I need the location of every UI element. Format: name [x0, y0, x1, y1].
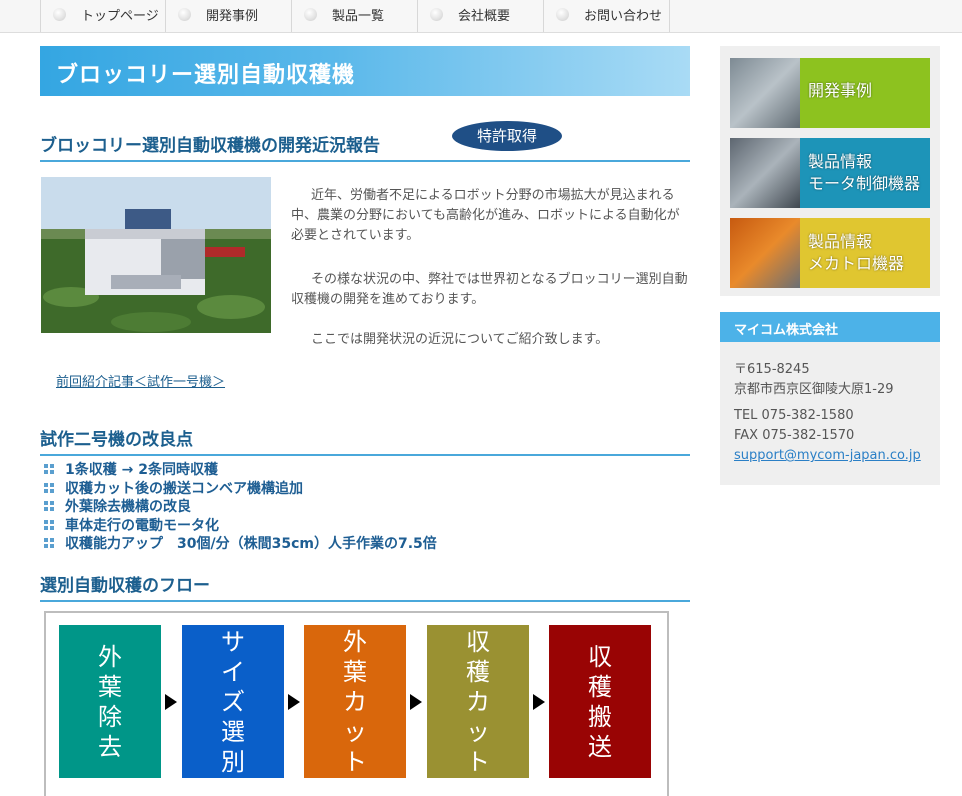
bullet-dot-icon [556, 8, 569, 21]
flow-step-char: 外 [98, 642, 122, 671]
bullet-square-icon [44, 501, 54, 512]
flow-step-char: ッ [466, 717, 490, 746]
nav-item-company[interactable]: 会社概要 [418, 0, 544, 32]
top-navigation: トップページ 開発事例 製品一覧 会社概要 お問い合わせ [0, 0, 962, 33]
flow-step-char: ト [466, 747, 490, 776]
bullet-dot-icon [178, 8, 191, 21]
arrow-right-icon [288, 694, 300, 710]
flow-step-char: 穫 [466, 657, 490, 686]
machine-thumbnail [730, 58, 800, 128]
improvements-heading: 試作二号機の改良点 [40, 425, 690, 456]
flow-step-char: 選 [221, 717, 245, 746]
flow-step-outer-leaf-removal: 外葉除去 [59, 625, 161, 778]
company-fax: FAX 075-382-1570 [734, 428, 855, 443]
improvements-list: 1条収穫 → 2条同時収穫 収穫カット後の搬送コンベア機構追加 外葉除去機構の改… [44, 460, 437, 553]
page-title-banner: ブロッコリー選別自動収穫機 [40, 46, 690, 96]
company-email-link[interactable]: support@mycom-japan.co.jp [734, 448, 921, 463]
flow-heading: 選別自動収穫のフロー [40, 571, 690, 602]
company-address: 京都市西京区御陵大原1-29 [734, 382, 894, 397]
flow-step-harvest-transport: 収穫搬送 [549, 625, 651, 778]
flow-step-char: 送 [588, 732, 612, 761]
sidebar-button-cases[interactable]: 開発事例 [730, 58, 930, 128]
flow-step-char: 外 [343, 627, 367, 656]
patent-badge: 特許取得 [452, 121, 562, 151]
flow-step-char: 葉 [343, 657, 367, 686]
flow-step-char: 去 [98, 732, 122, 761]
list-item: 1条収穫 → 2条同時収穫 [44, 460, 437, 479]
flow-step-char: 除 [98, 702, 122, 731]
flow-step-char: 搬 [588, 702, 612, 731]
sidebar-button-mechatronics[interactable]: 製品情報 メカトロ機器 [730, 218, 930, 288]
bullet-square-icon [44, 538, 54, 549]
page-title: ブロッコリー選別自動収穫機 [56, 63, 356, 88]
flow-step-harvest-cut: 収穫カット [427, 625, 529, 778]
flow-step-char: 収 [588, 642, 612, 671]
flow-step-char: ッ [343, 717, 367, 746]
arrow-right-icon [410, 694, 422, 710]
bullet-square-icon [44, 482, 54, 493]
company-tel: TEL 075-382-1580 [734, 408, 854, 423]
flow-step-outer-leaf-cut: 外葉カット [304, 625, 406, 778]
flow-step-char: 穫 [588, 672, 612, 701]
intro-paragraph-1: 近年、労働者不足によるロボット分野の市場拡大が見込まれる中、農業の分野においても… [291, 188, 680, 243]
nav-item-products[interactable]: 製品一覧 [292, 0, 418, 32]
bullet-dot-icon [304, 8, 317, 21]
list-item: 収穫能力アップ 30個/分（株間35cm）人手作業の7.5倍 [44, 534, 437, 553]
bullet-square-icon [44, 464, 54, 475]
flow-step-char: サ [221, 627, 245, 656]
nav-item-cases[interactable]: 開発事例 [166, 0, 292, 32]
company-heading: マイコム株式会社 [720, 312, 940, 342]
flow-step-char: ズ [221, 687, 245, 716]
flow-step-char: カ [466, 687, 490, 716]
list-item: 車体走行の電動モータ化 [44, 516, 437, 535]
nav-item-top[interactable]: トップページ [40, 0, 166, 32]
bullet-dot-icon [53, 8, 66, 21]
arrow-right-icon [533, 694, 545, 710]
previous-article-link[interactable]: 前回紹介記事＜試作一号機＞ [56, 371, 225, 390]
arrow-right-icon [165, 694, 177, 710]
bullet-dot-icon [430, 8, 443, 21]
company-postal: 〒615-8245 [734, 362, 810, 377]
flow-step-char: 葉 [98, 672, 122, 701]
list-item: 収穫カット後の搬送コンベア機構追加 [44, 479, 437, 498]
nav-item-contact[interactable]: お問い合わせ [544, 0, 670, 32]
flow-step-char: ト [343, 747, 367, 776]
device-thumbnail [730, 138, 800, 208]
flow-step-char: 別 [221, 747, 245, 776]
intro-paragraph-3: ここでは開発状況の近況についてご紹介致します。 [311, 332, 609, 347]
flow-step-char: カ [343, 687, 367, 716]
report-heading: ブロッコリー選別自動収穫機の開発近況報告 [40, 131, 690, 162]
intro-paragraph-2: その様な状況の中、弊社では世界初となるブロッコリー選別自動収穫機の開発を進めてお… [291, 272, 688, 307]
list-item: 外葉除去機構の改良 [44, 497, 437, 516]
bullet-square-icon [44, 519, 54, 530]
sidebar-button-motor-control[interactable]: 製品情報 モータ制御機器 [730, 138, 930, 208]
harvester-photo [41, 177, 271, 333]
flow-step-size-sorting: サイズ選別 [182, 625, 284, 778]
mechatronics-thumbnail [730, 218, 800, 288]
harvester-illustration [41, 177, 271, 333]
flow-step-char: イ [221, 657, 245, 686]
flow-step-char: 収 [466, 627, 490, 656]
